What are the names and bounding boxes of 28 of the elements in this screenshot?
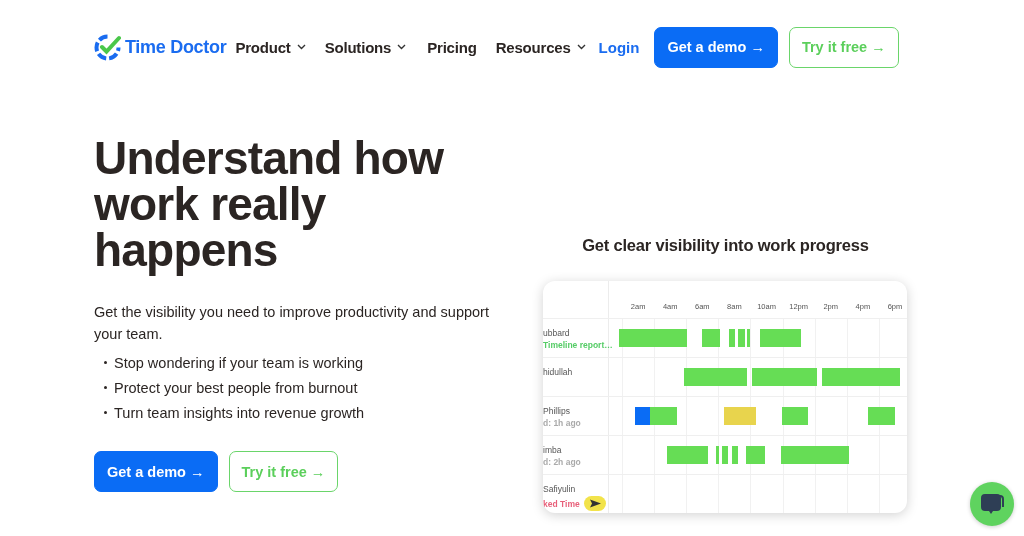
- get-demo-button[interactable]: Get a demo →: [654, 26, 778, 68]
- status-text: Timeline report…: [543, 340, 613, 350]
- member-name: hidullah: [543, 367, 574, 377]
- bullet-icon: [104, 361, 107, 364]
- nav-link[interactable]: Pricing: [427, 38, 477, 56]
- bullet-text: Stop wondering if your team is working: [114, 354, 364, 371]
- intro-text: Get the visibility you need to improve productivity and support your team.: [94, 303, 490, 344]
- status-text: d: 1h ago: [543, 418, 581, 428]
- member-name: Safiyulin: [543, 484, 577, 494]
- status-text: ked Time: [543, 498, 580, 509]
- logo-icon: [94, 33, 121, 61]
- nav-link[interactable]: Solutions: [324, 38, 407, 56]
- login-link[interactable]: Login: [598, 38, 640, 56]
- section-title: Get clear visibility into work progress: [582, 236, 869, 255]
- bullet-icon: [104, 386, 107, 389]
- chat-button[interactable]: [970, 482, 1014, 526]
- bullet-icon: [104, 411, 107, 414]
- bullet-text: Protect your best people from burnout: [114, 379, 358, 396]
- member-name: ubbard: [543, 328, 571, 338]
- member-name: Phillips: [543, 406, 571, 416]
- bullet-text: Turn team insights into revenue growth: [114, 404, 365, 421]
- nav-link[interactable]: Product: [235, 38, 306, 56]
- member-name: imba: [543, 445, 563, 455]
- nav-link[interactable]: Resources: [495, 38, 586, 56]
- get-demo-button[interactable]: Get a demo →: [94, 451, 218, 492]
- logo-text[interactable]: Time Doctor: [125, 36, 227, 58]
- send-icon[interactable]: [583, 496, 606, 511]
- status-text: d: 2h ago: [543, 457, 581, 467]
